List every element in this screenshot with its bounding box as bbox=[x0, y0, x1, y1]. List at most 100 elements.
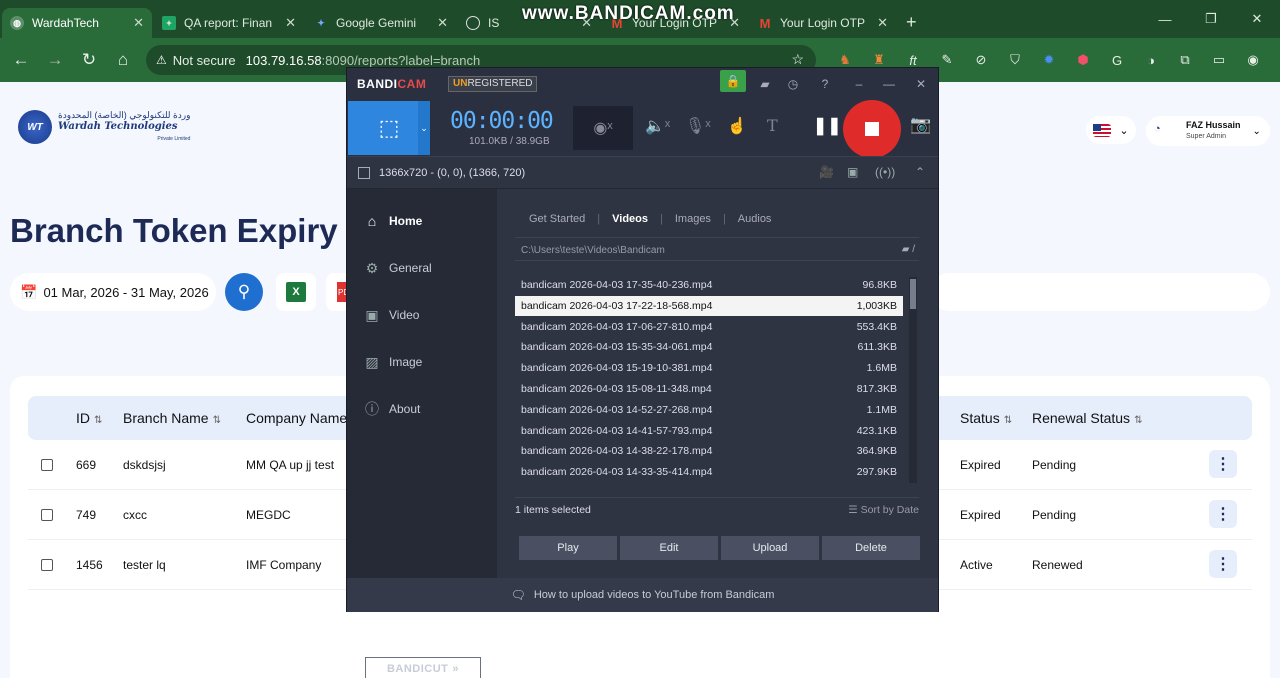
browser-tab[interactable]: ◍ WardahTech ✕ bbox=[2, 8, 152, 38]
nav-general[interactable]: ⚙ General bbox=[363, 258, 432, 278]
header-company-name[interactable]: Company Name bbox=[246, 410, 347, 426]
broadcast-icon[interactable]: ((•)) bbox=[875, 165, 895, 179]
security-label[interactable]: Not secure bbox=[173, 53, 236, 68]
collapse-icon[interactable]: – bbox=[849, 73, 869, 95]
browser-tab[interactable]: M Your Login OTP ✕ bbox=[750, 8, 896, 38]
edit-button[interactable]: Edit bbox=[620, 536, 718, 560]
new-tab-button[interactable]: + bbox=[896, 8, 927, 38]
grammarly-icon[interactable]: G bbox=[1100, 48, 1134, 72]
bandicut-button[interactable]: BANDICUT» bbox=[365, 657, 481, 678]
row-actions-menu-icon[interactable]: ⋮ bbox=[1209, 450, 1237, 478]
extension-icon[interactable]: ◑ bbox=[1134, 48, 1168, 72]
menu-icon[interactable]: ⋮ bbox=[1270, 48, 1280, 72]
list-scrollbar[interactable] bbox=[909, 277, 917, 483]
close-icon[interactable]: ✕ bbox=[911, 73, 931, 95]
capture-mode-button[interactable]: ⬚ ⌄ bbox=[348, 101, 430, 155]
tab-get-started[interactable]: Get Started bbox=[529, 213, 585, 225]
video-file-item[interactable]: bandicam 2026-04-03 17-35-40-236.mp4 96.8… bbox=[515, 275, 903, 295]
close-icon[interactable]: ✕ bbox=[285, 15, 296, 31]
image-icon[interactable]: ▣ bbox=[847, 165, 858, 179]
star-icon[interactable]: ☆ bbox=[791, 51, 804, 68]
video-file-item[interactable]: bandicam 2026-04-03 15-08-11-348.mp4 817.… bbox=[515, 379, 903, 399]
chevron-up-icon[interactable]: ⌃ bbox=[915, 165, 925, 179]
forward-icon[interactable]: → bbox=[38, 50, 72, 70]
language-selector[interactable]: ⌄ bbox=[1086, 116, 1136, 144]
reload-icon[interactable]: ↻ bbox=[72, 50, 106, 70]
sort-icon[interactable]: ⇅ bbox=[213, 415, 221, 426]
maximize-icon[interactable]: ❐ bbox=[1188, 11, 1234, 27]
close-icon[interactable]: ✕ bbox=[133, 15, 144, 31]
text-overlay-icon[interactable]: T bbox=[767, 116, 778, 135]
close-icon[interactable]: ✕ bbox=[437, 15, 448, 31]
row-checkbox[interactable] bbox=[41, 509, 53, 521]
bandicam-footer[interactable]: 🗨 How to upload videos to YouTube from Ba… bbox=[347, 578, 938, 612]
tab-images[interactable]: Images bbox=[675, 213, 711, 225]
browser-tab[interactable]: ✦ Google Gemini ✕ bbox=[306, 8, 456, 38]
help-icon[interactable]: ? bbox=[815, 73, 835, 95]
sort-icon[interactable]: ⇅ bbox=[94, 415, 102, 426]
close-window-icon[interactable]: ✕ bbox=[1234, 11, 1280, 27]
screenshot-camera-icon[interactable]: 📷 bbox=[910, 115, 931, 135]
header-id[interactable]: ID ⇅ bbox=[76, 410, 102, 426]
nav-video[interactable]: ▣ Video bbox=[363, 305, 419, 325]
upload-button[interactable]: Upload bbox=[721, 536, 819, 560]
search-button[interactable]: ⚲ bbox=[224, 273, 264, 311]
minimize-icon[interactable]: — bbox=[1142, 12, 1188, 27]
video-file-item[interactable]: bandicam 2026-04-03 14-41-57-793.mp4 423.… bbox=[515, 421, 903, 441]
sidebar-icon[interactable]: ▭ bbox=[1202, 48, 1236, 72]
speaker-icon[interactable]: 🔈ˣ bbox=[645, 116, 670, 136]
sort-icon[interactable]: ⇅ bbox=[1134, 415, 1142, 426]
back-icon[interactable]: ← bbox=[4, 50, 38, 70]
close-icon[interactable]: ✕ bbox=[877, 15, 888, 31]
compass-icon[interactable]: ⊘ bbox=[964, 48, 998, 72]
video-file-item[interactable]: bandicam 2026-04-03 17-22-18-568.mp4 1,00… bbox=[515, 295, 903, 316]
video-file-item[interactable]: bandicam 2026-04-03 14-52-27-268.mp4 1.1M… bbox=[515, 400, 903, 420]
user-profile-menu[interactable]: ◔ FAZ Hussain Super Admin ⌄ bbox=[1146, 116, 1270, 146]
header-renewal-status[interactable]: Renewal Status ⇅ bbox=[1032, 410, 1142, 426]
browser-tab[interactable]: + QA report: Finan ✕ bbox=[154, 8, 304, 38]
area-checkbox[interactable] bbox=[358, 167, 370, 179]
stop-record-button[interactable] bbox=[843, 100, 901, 158]
header-branch-name[interactable]: Branch Name ⇅ bbox=[123, 410, 221, 426]
pause-icon[interactable]: ❚❚ bbox=[813, 116, 842, 136]
puzzle-icon[interactable]: ⧉ bbox=[1168, 48, 1202, 72]
video-file-item[interactable]: bandicam 2026-04-03 14-38-22-178.mp4 364.… bbox=[515, 441, 903, 461]
row-checkbox[interactable] bbox=[41, 459, 53, 471]
date-range-picker[interactable]: 📅 01 Mar, 2026 - 31 May, 2026 bbox=[10, 273, 216, 311]
sort-by-date-button[interactable]: ☰ Sort by Date bbox=[848, 504, 919, 516]
export-excel-button[interactable]: X bbox=[276, 273, 316, 311]
profile-avatar-icon[interactable]: ◉ bbox=[1236, 48, 1270, 72]
video-file-item[interactable]: bandicam 2026-04-03 15-35-34-061.mp4 611.… bbox=[515, 337, 903, 357]
unregistered-badge[interactable]: UNREGISTERED bbox=[448, 76, 538, 92]
header-status[interactable]: Status ⇅ bbox=[960, 410, 1012, 426]
lock-icon[interactable]: 🔒 bbox=[720, 70, 746, 92]
nav-image[interactable]: ▨ Image bbox=[363, 352, 422, 372]
filter-bar[interactable] bbox=[930, 273, 1270, 311]
video-settings-icon[interactable]: 🎥 bbox=[819, 165, 834, 179]
nav-about[interactable]: ⓘ About bbox=[363, 399, 420, 419]
row-actions-menu-icon[interactable]: ⋮ bbox=[1209, 550, 1237, 578]
play-button[interactable]: Play bbox=[519, 536, 617, 560]
webcam-icon[interactable]: ◉ˣ bbox=[573, 106, 633, 150]
video-file-item[interactable]: bandicam 2026-04-03 14-33-35-414.mp4 297.… bbox=[515, 462, 903, 482]
tab-videos[interactable]: Videos bbox=[612, 213, 648, 225]
chevron-down-icon[interactable]: ⌄ bbox=[418, 101, 430, 155]
open-folder-icon[interactable]: ▰ / bbox=[902, 244, 915, 255]
folder-icon[interactable]: ▰ bbox=[755, 73, 775, 95]
scrollbar-thumb[interactable] bbox=[910, 279, 916, 309]
delete-button[interactable]: Delete bbox=[822, 536, 920, 560]
shield-icon[interactable]: ⛉ bbox=[998, 48, 1032, 72]
row-checkbox[interactable] bbox=[41, 559, 53, 571]
video-file-item[interactable]: bandicam 2026-04-03 17-06-27-810.mp4 553.… bbox=[515, 317, 903, 337]
row-actions-menu-icon[interactable]: ⋮ bbox=[1209, 500, 1237, 528]
clock-icon[interactable]: ◷ bbox=[783, 73, 803, 95]
tab-audios[interactable]: Audios bbox=[738, 213, 772, 225]
video-file-item[interactable]: bandicam 2026-04-03 15-19-10-381.mp4 1.6M… bbox=[515, 358, 903, 378]
minimize-icon[interactable]: — bbox=[879, 73, 899, 95]
microphone-icon[interactable]: 🎙ˣ bbox=[685, 116, 711, 136]
home-icon[interactable]: ⌂ bbox=[106, 50, 140, 70]
company-logo[interactable]: WT وردة للتكنولوجي (الخاصة) المحدودة War… bbox=[18, 109, 190, 145]
warning-icon[interactable]: ⚠ bbox=[156, 53, 167, 67]
url-text[interactable]: 103.79.16.58:8090/reports?label=branch bbox=[246, 53, 481, 68]
sort-icon[interactable]: ⇅ bbox=[1004, 415, 1012, 426]
